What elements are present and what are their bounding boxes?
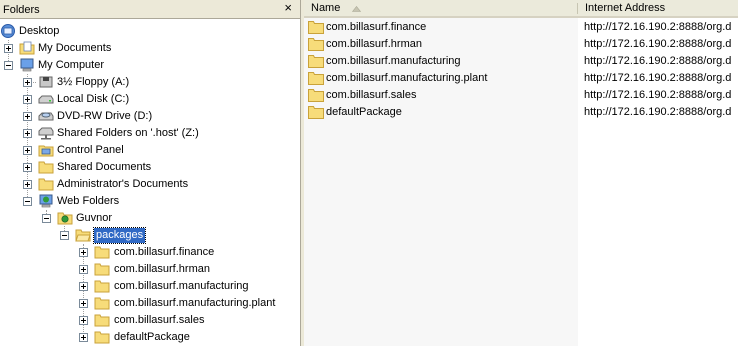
list-item[interactable]: com.billasurf.manufacturing http://172.1… [304,53,738,70]
list-item-name: com.billasurf.manufacturing [326,55,461,67]
list-item-address: http://172.16.190.2:8888/org.d [584,55,732,67]
collapse-icon[interactable] [4,61,13,70]
column-header-label: Name [311,2,341,14]
collapse-icon[interactable] [60,231,69,240]
web-folder-icon [57,212,73,225]
folder-icon [94,314,110,327]
expand-icon[interactable] [79,316,88,325]
tree-item-label: 3½ Floppy (A:) [57,76,130,88]
list-item-name: defaultPackage [326,106,402,118]
list-item[interactable]: defaultPackage http://172.16.190.2:8888/… [304,104,738,121]
list-item-address: http://172.16.190.2:8888/org.d [584,38,732,50]
list-item-name: com.billasurf.finance [326,21,427,33]
folders-pane: Folders × Desktop My Documents My Comput… [0,0,300,346]
folders-header: Folders × [0,0,300,19]
list-item[interactable]: com.billasurf.manufacturing.plant http:/… [304,70,738,87]
column-header-name[interactable]: Name [304,0,578,18]
expand-icon[interactable] [79,248,88,257]
expand-icon[interactable] [79,299,88,308]
expand-icon[interactable] [79,282,88,291]
folder-icon [308,89,324,102]
column-header-internet-address[interactable]: Internet Address [578,0,738,18]
hard-disk-icon [38,95,54,104]
folder-icon [38,178,54,191]
open-folder-icon [75,229,91,242]
tree-item-label: Administrator's Documents [57,178,189,190]
list-item-address: http://172.16.190.2:8888/org.d [584,21,732,33]
list-item[interactable]: com.billasurf.sales http://172.16.190.2:… [304,87,738,104]
tree-item-label: com.billasurf.manufacturing.plant [114,297,276,309]
expand-icon[interactable] [23,163,32,172]
list-item-address: http://172.16.190.2:8888/org.d [584,89,732,101]
tree-item-label: defaultPackage [114,331,190,343]
floppy-drive-icon [39,76,53,88]
list-item-name: com.billasurf.hrman [326,38,422,50]
tree-item-label: Guvnor [76,212,113,224]
folder-icon [308,21,324,34]
folder-icon [94,280,110,293]
tree-item-label: Shared Documents [57,161,152,173]
sort-ascending-icon [352,6,361,12]
folder-icon [308,38,324,51]
tree-item-label: Local Disk (C:) [57,93,130,105]
folder-icon [94,246,110,259]
folder-icon [94,297,110,310]
tree-item-label: My Documents [38,42,112,54]
tree-item-label: com.billasurf.sales [114,314,205,326]
expand-icon[interactable] [23,180,32,189]
list-item-name: com.billasurf.manufacturing.plant [326,72,488,84]
folder-icon [308,55,324,68]
expand-icon[interactable] [23,146,32,155]
tree-item-label: com.billasurf.hrman [114,263,210,275]
tree-item-label: com.billasurf.manufacturing [114,280,249,292]
expand-icon[interactable] [79,265,88,274]
tree-item-label: packages [92,227,147,244]
list-item-address: http://172.16.190.2:8888/org.d [584,106,732,118]
folder-icon [94,263,110,276]
control-panel-icon [38,145,54,157]
tree-item-label: My Computer [38,59,105,71]
tree-item-label: DVD-RW Drive (D:) [57,110,153,122]
folders-title: Folders [3,4,40,16]
my-documents-icon [19,41,35,55]
file-list-pane: Name Internet Address com.billasurf.fina… [304,0,738,346]
dvd-drive-icon [38,112,54,121]
expand-icon[interactable] [4,44,13,53]
expand-icon[interactable] [23,112,32,121]
folder-icon [94,331,110,344]
tree-item-label: Desktop [19,25,60,37]
web-folders-icon [39,194,53,208]
list-item[interactable]: com.billasurf.hrman http://172.16.190.2:… [304,36,738,53]
network-drive-icon [38,127,54,140]
list-item[interactable]: com.billasurf.finance http://172.16.190.… [304,19,738,36]
close-icon[interactable]: × [284,1,292,15]
collapse-icon[interactable] [23,197,32,206]
expand-icon[interactable] [23,95,32,104]
expand-icon[interactable] [79,333,88,342]
column-headers: Name Internet Address [304,0,738,18]
expand-icon[interactable] [23,78,32,87]
column-header-label: Internet Address [585,2,666,14]
collapse-icon[interactable] [42,214,51,223]
tree-item-label: Shared Folders on '.host' (Z:) [57,127,199,139]
tree-item-label: com.billasurf.finance [114,246,215,258]
folder-icon [308,72,324,85]
folder-icon [38,161,54,174]
my-computer-icon [20,58,34,72]
list-item-address: http://172.16.190.2:8888/org.d [584,72,732,84]
tree-item-label: Control Panel [57,144,124,156]
expand-icon[interactable] [23,129,32,138]
folder-icon [308,106,324,119]
desktop-icon [1,24,15,38]
list-item-name: com.billasurf.sales [326,89,417,101]
tree-item-label: Web Folders [57,195,120,207]
